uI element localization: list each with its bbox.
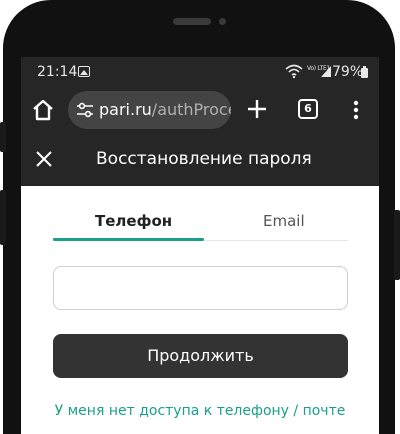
phone-input[interactable] xyxy=(53,266,348,310)
speaker xyxy=(173,18,211,25)
page-header: Восстановление пароля xyxy=(21,131,379,186)
page-title: Восстановление пароля xyxy=(96,149,312,169)
side-button xyxy=(394,210,400,280)
front-camera xyxy=(219,18,226,25)
more-vert-icon[interactable] xyxy=(346,97,366,123)
image-icon xyxy=(78,66,90,77)
tab-phone[interactable]: Телефон xyxy=(95,212,172,230)
home-icon[interactable] xyxy=(30,97,56,123)
continue-button[interactable]: Продолжить xyxy=(53,334,348,378)
url-text: pari.ru/authProce xyxy=(99,100,231,119)
tune-icon[interactable] xyxy=(76,101,94,119)
battery-percent: 79% xyxy=(332,64,364,80)
side-button xyxy=(0,190,6,245)
close-icon[interactable] xyxy=(35,150,53,168)
tabs-icon[interactable]: 6 xyxy=(298,99,318,119)
recovery-form: Телефон Email Продолжить У меня нет дост… xyxy=(21,186,379,434)
tab-email[interactable]: Email xyxy=(263,212,305,230)
side-button xyxy=(0,122,6,152)
screen: 21:14 Vo) LTE1 79% pari.ru/authProce 6 В… xyxy=(21,57,379,434)
address-bar[interactable]: pari.ru/authProce xyxy=(68,91,231,129)
url-host: pari.ru xyxy=(99,100,152,119)
phone-device: 21:14 Vo) LTE1 79% pari.ru/authProce 6 В… xyxy=(0,0,400,434)
signal-icon xyxy=(321,66,331,77)
active-tab-indicator xyxy=(53,238,204,241)
no-access-link[interactable]: У меня нет доступа к телефону / почте xyxy=(21,403,379,419)
plus-icon[interactable] xyxy=(245,97,269,121)
wifi-icon xyxy=(285,64,303,79)
battery-icon xyxy=(361,66,368,78)
status-time: 21:14 xyxy=(37,64,78,80)
recovery-tabs: Телефон Email xyxy=(53,186,348,242)
browser-toolbar: pari.ru/authProce 6 xyxy=(21,88,379,131)
url-path: /authProce xyxy=(151,100,231,119)
status-bar: 21:14 Vo) LTE1 79% xyxy=(21,57,379,88)
